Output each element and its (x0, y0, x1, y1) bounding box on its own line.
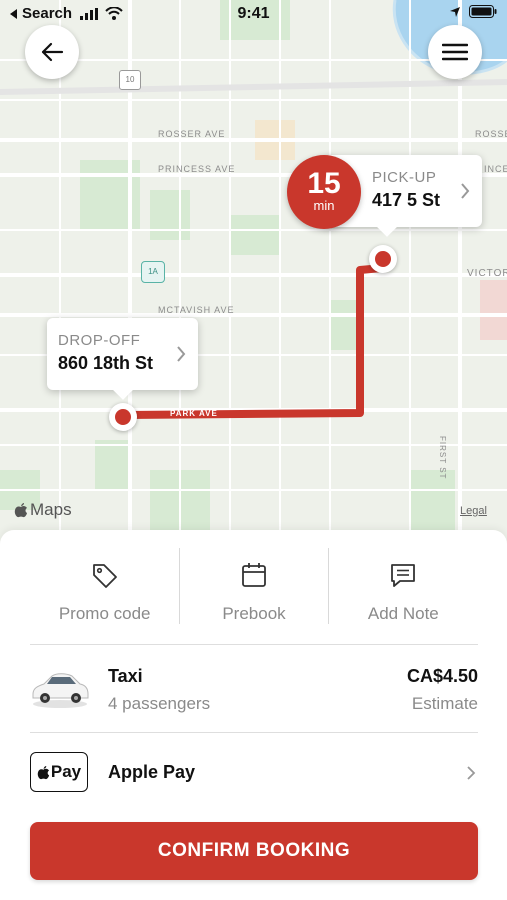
status-time: 9:41 (237, 5, 270, 22)
eta-value: 15 (307, 167, 341, 200)
street-label-mctavish: MCTAVISH AVE (158, 305, 235, 315)
chevron-right-icon (177, 346, 186, 362)
highway-shield-1a: 1A (141, 261, 165, 283)
dropoff-callout[interactable]: DROP-OFF 860 18th St (47, 318, 198, 400)
pickup-marker[interactable] (369, 245, 397, 273)
legal-link[interactable]: Legal (460, 505, 487, 517)
taxi-car-icon (32, 673, 89, 708)
apple-pay-badge: Pay (30, 752, 88, 792)
confirm-booking-button[interactable]: CONFIRM BOOKING (30, 822, 478, 880)
map-view[interactable]: ROSSER AVE ROSSE PRINCESS AVE INCE MCTAV… (0, 0, 507, 548)
prebook-label: Prebook (222, 604, 286, 623)
ride-price-note: Estimate (411, 694, 478, 713)
highway-shield-10: 10 (119, 70, 141, 90)
status-bar: Search 9:41 (0, 0, 507, 28)
arrow-left-icon (41, 42, 64, 62)
chevron-right-icon (461, 183, 470, 199)
ride-option[interactable]: Taxi 4 passengers CA$4.50 Estimate (30, 660, 478, 720)
apple-maps-logo: Maps (14, 500, 72, 520)
add-note-label: Add Note (367, 604, 439, 623)
divider (30, 732, 478, 733)
dropoff-marker[interactable] (109, 403, 137, 431)
ride-name: Taxi (108, 666, 143, 686)
quick-actions: Promo code Prebook Add Note (30, 548, 478, 644)
street-label-park: PARK AVE (170, 409, 218, 418)
street-label-rosser-right: ROSSE (475, 129, 507, 139)
payment-label: Apple Pay (108, 762, 196, 782)
eta-unit: min (313, 198, 335, 213)
street-label-princess: PRINCESS AVE (158, 164, 236, 174)
prebook-button[interactable]: Prebook (179, 548, 328, 644)
chevron-right-icon (467, 766, 476, 780)
promo-code-label: Promo code (58, 604, 151, 623)
street-label-rosser: ROSSER AVE (158, 129, 226, 139)
street-label-first: FIRST ST (438, 436, 447, 480)
tag-icon (92, 564, 117, 588)
apple-logo-icon (37, 765, 49, 779)
divider (179, 548, 180, 624)
divider (328, 548, 329, 624)
note-icon (391, 564, 416, 587)
map-background (0, 0, 507, 548)
location-arrow-icon (450, 6, 460, 17)
eta-badge: 15 min (287, 155, 361, 229)
add-note-button[interactable]: Add Note (329, 548, 478, 644)
maps-brand-text: Maps (30, 500, 72, 519)
apple-logo-icon (14, 503, 27, 518)
street-label-victoria: VICTOR (467, 268, 507, 279)
ride-capacity: 4 passengers (108, 694, 211, 713)
hamburger-menu-icon (442, 43, 468, 61)
back-button[interactable] (25, 25, 79, 79)
battery-icon (469, 5, 497, 18)
booking-sheet: Promo code Prebook Add Note Taxi 4 passe… (0, 530, 507, 900)
calendar-icon (242, 563, 266, 587)
menu-button[interactable] (428, 25, 482, 79)
street-label-princess-right: INCE (484, 164, 507, 174)
promo-code-button[interactable]: Promo code (30, 548, 179, 644)
apple-pay-badge-text: Pay (50, 762, 82, 781)
ride-price: CA$4.50 (406, 666, 478, 686)
divider (30, 644, 478, 645)
payment-method-row[interactable]: Pay Apple Pay (30, 752, 478, 794)
